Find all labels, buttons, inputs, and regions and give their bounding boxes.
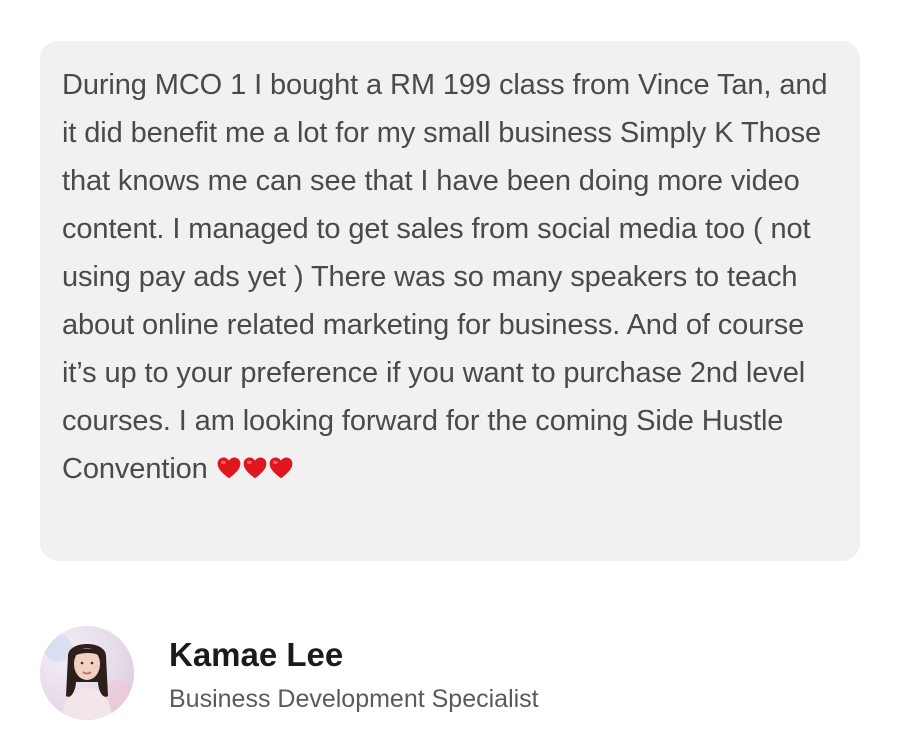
hearts-emoji-group — [216, 448, 294, 496]
author-title: Business Development Specialist — [169, 685, 539, 713]
heart-icon — [217, 457, 241, 479]
avatar[interactable] — [40, 626, 134, 720]
heart-icon — [243, 457, 267, 479]
profile-photo-icon — [40, 626, 134, 720]
author-card: Kamae Lee Business Development Specialis… — [40, 626, 880, 721]
author-name: Kamae Lee — [169, 636, 344, 673]
testimonial-text: During MCO 1 I bought a RM 199 class fro… — [62, 69, 828, 485]
testimonial-text-block: During MCO 1 I bought a RM 199 class fro… — [62, 61, 840, 496]
heart-icon — [269, 457, 293, 479]
testimonial-bubble: During MCO 1 I bought a RM 199 class fro… — [40, 41, 860, 561]
